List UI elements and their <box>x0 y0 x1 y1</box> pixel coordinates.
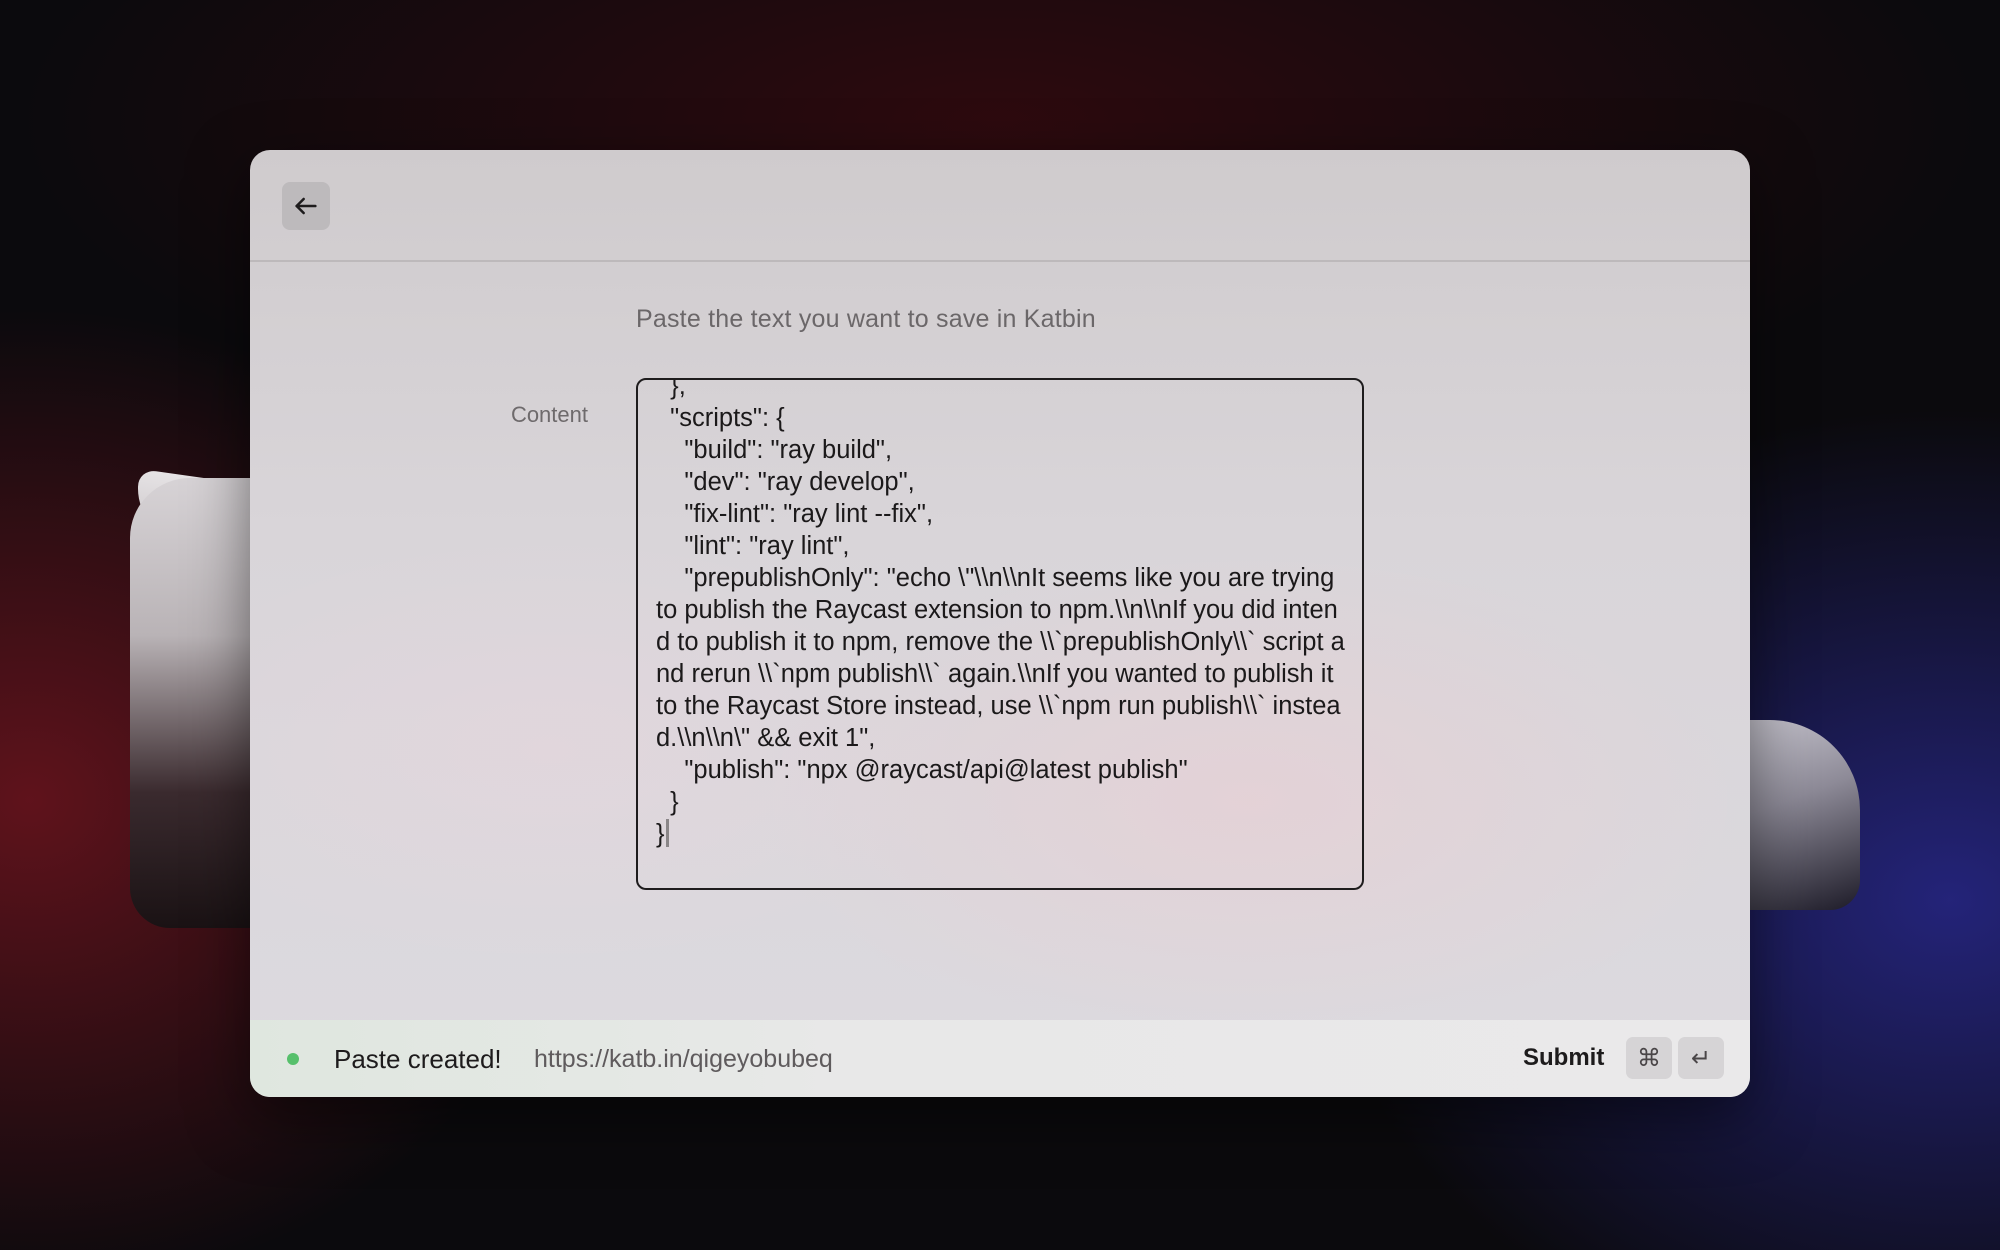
status-text: Paste created! <box>334 1044 502 1074</box>
paste-url-link[interactable]: https://katb.in/qigeyobubeq <box>534 1045 833 1074</box>
action-bar: Paste created! https://katb.in/qigeyobub… <box>250 1020 1750 1097</box>
content-textarea[interactable]: }, "scripts": { "build": "ray build", "d… <box>636 378 1364 890</box>
return-key-icon[interactable]: ↵ <box>1678 1037 1724 1079</box>
status-dot-icon <box>287 1053 299 1065</box>
submit-button[interactable]: Submit <box>1523 1044 1604 1072</box>
command-key-icon[interactable]: ⌘ <box>1626 1037 1672 1079</box>
content-label: Content <box>510 402 588 427</box>
search-bar <box>250 150 1750 262</box>
content-text: }, "scripts": { "build": "ray build", "d… <box>656 378 1345 848</box>
back-button[interactable] <box>282 182 330 230</box>
raycast-window: Paste the text you want to save in Katbi… <box>250 150 1750 1097</box>
arrow-left-icon <box>295 197 317 215</box>
text-caret <box>665 819 669 847</box>
form-description: Paste the text you want to save in Katbi… <box>636 305 1096 333</box>
